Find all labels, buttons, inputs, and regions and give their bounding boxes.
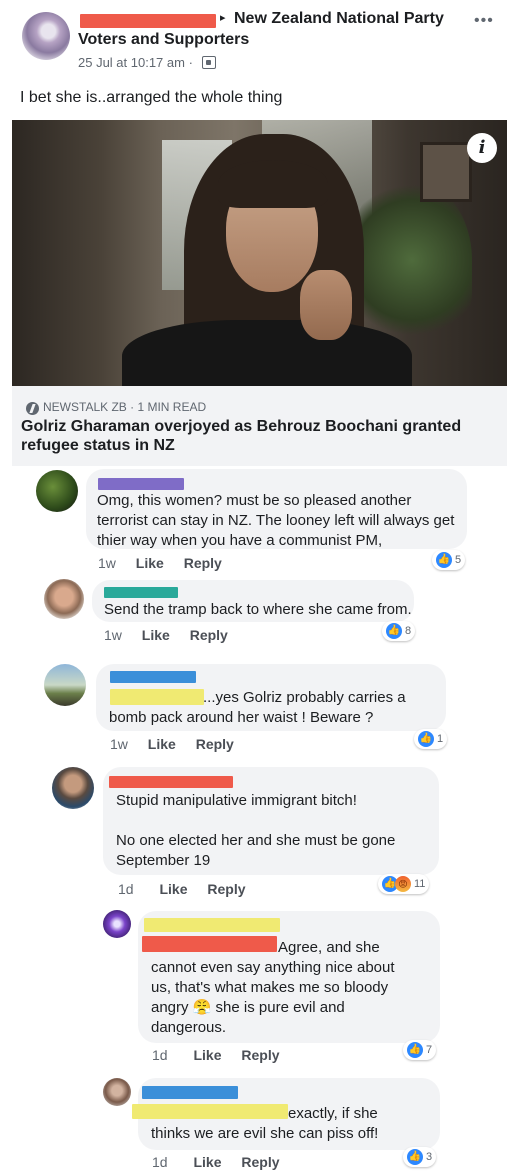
post-header: ▸ New Zealand National Party Voters and …: [22, 10, 502, 76]
image-subject-hand: [300, 270, 352, 340]
post-text: I bet she is..arranged the whole thing: [20, 89, 283, 106]
comment-actions: 1w Like Reply: [104, 627, 228, 643]
redacted-poster-name: [80, 14, 216, 28]
group-name-link-continued[interactable]: Voters and Supporters: [78, 31, 249, 49]
like-link[interactable]: Like: [193, 1047, 221, 1063]
comment-time[interactable]: 1d: [152, 1047, 168, 1063]
like-reaction-icon: 👍: [386, 623, 402, 639]
reaction-count: 11: [414, 878, 426, 890]
comment-time[interactable]: 1d: [152, 1154, 168, 1170]
reaction-summary[interactable]: 👍 3: [403, 1147, 437, 1167]
comment-actions: 1d Like Reply: [118, 881, 246, 897]
commenter-avatar[interactable]: [44, 579, 84, 619]
comment-time[interactable]: 1w: [110, 736, 128, 752]
like-link[interactable]: Like: [136, 555, 164, 571]
comment-text: Stupid manipulative immigrant bitch! No …: [116, 792, 396, 869]
comment-actions: 1d Like Reply: [152, 1047, 280, 1063]
commenter-avatar[interactable]: [103, 910, 131, 938]
reply-link[interactable]: Reply: [184, 555, 222, 571]
reply-link[interactable]: Reply: [196, 736, 234, 752]
reaction-count: 8: [405, 625, 412, 637]
comment-actions: 1w Like Reply: [98, 555, 222, 571]
comment-text: Omg, this women? must be so pleased anot…: [97, 492, 455, 549]
image-background-plant: [352, 180, 472, 340]
like-link[interactable]: Like: [148, 736, 176, 752]
comment-actions: 1w Like Reply: [110, 736, 234, 752]
link-title[interactable]: Golriz Gharaman overjoyed as Behrouz Boo…: [21, 417, 491, 455]
comment-actions: 1d Like Reply: [152, 1154, 280, 1170]
commenter-avatar[interactable]: [36, 470, 78, 512]
reply-link[interactable]: Reply: [241, 1047, 279, 1063]
comment-time[interactable]: 1d: [118, 881, 134, 897]
poster-avatar[interactable]: [22, 12, 70, 60]
commenter-avatar[interactable]: [103, 1078, 131, 1106]
like-reaction-icon: 👍: [418, 731, 434, 747]
reaction-count: 7: [426, 1044, 433, 1056]
post-timestamp[interactable]: 25 Jul at 10:17 am ·: [78, 55, 193, 70]
reply-link[interactable]: Reply: [190, 627, 228, 643]
like-reaction-icon: 👍: [407, 1042, 423, 1058]
more-options-icon[interactable]: •••: [474, 12, 494, 30]
angry-reaction-icon: 😡: [395, 876, 411, 892]
reaction-count: 5: [455, 554, 462, 566]
comment-text: Agree, and she cannot even say anything …: [151, 939, 395, 1036]
redacted-commenter-name: [144, 918, 280, 932]
link-preview-image[interactable]: i: [12, 120, 507, 386]
reaction-summary[interactable]: 👍 8: [382, 621, 416, 641]
image-background-frame: [420, 142, 472, 202]
comment-text: ...yes Golriz probably carries a bomb pa…: [109, 689, 406, 726]
news-source-icon: [26, 402, 39, 415]
reaction-summary[interactable]: 👍 5: [432, 550, 466, 570]
like-reaction-icon: 👍: [407, 1149, 423, 1165]
reaction-count: 3: [426, 1151, 433, 1163]
image-subject-bangs: [218, 160, 328, 208]
image-subject-body: [122, 320, 412, 386]
redacted-commenter-name: [109, 776, 233, 788]
redacted-commenter-name: [110, 671, 196, 683]
share-arrow-icon: ▸: [220, 12, 226, 24]
link-source: NEWSTALK ZB · 1 MIN READ: [43, 400, 207, 414]
comment-text: exactly, if she thinks we are evil she c…: [151, 1105, 379, 1142]
info-icon[interactable]: i: [467, 133, 497, 163]
reply-link[interactable]: Reply: [207, 881, 245, 897]
comment-text: Send the tramp back to where she came fr…: [104, 601, 412, 618]
group-name-link[interactable]: New Zealand National Party: [234, 10, 444, 28]
link-preview-info[interactable]: NEWSTALK ZB · 1 MIN READ Golriz Gharaman…: [12, 386, 507, 466]
commenter-avatar[interactable]: [52, 767, 94, 809]
comment-time[interactable]: 1w: [98, 555, 116, 571]
like-reaction-icon: 👍: [436, 552, 452, 568]
reaction-summary[interactable]: 👍 7: [403, 1040, 437, 1060]
like-link[interactable]: Like: [159, 881, 187, 897]
like-link[interactable]: Like: [193, 1154, 221, 1170]
reaction-summary[interactable]: 👍 1: [414, 729, 448, 749]
reaction-count: 1: [437, 733, 444, 745]
redacted-commenter-name: [104, 587, 178, 598]
comment-time[interactable]: 1w: [104, 627, 122, 643]
reaction-summary[interactable]: 👍 😡 11: [378, 874, 430, 894]
group-privacy-icon: [202, 56, 216, 69]
reply-link[interactable]: Reply: [241, 1154, 279, 1170]
redacted-commenter-name: [98, 478, 184, 490]
like-link[interactable]: Like: [142, 627, 170, 643]
commenter-avatar[interactable]: [44, 664, 86, 706]
redacted-commenter-name: [142, 1086, 238, 1099]
